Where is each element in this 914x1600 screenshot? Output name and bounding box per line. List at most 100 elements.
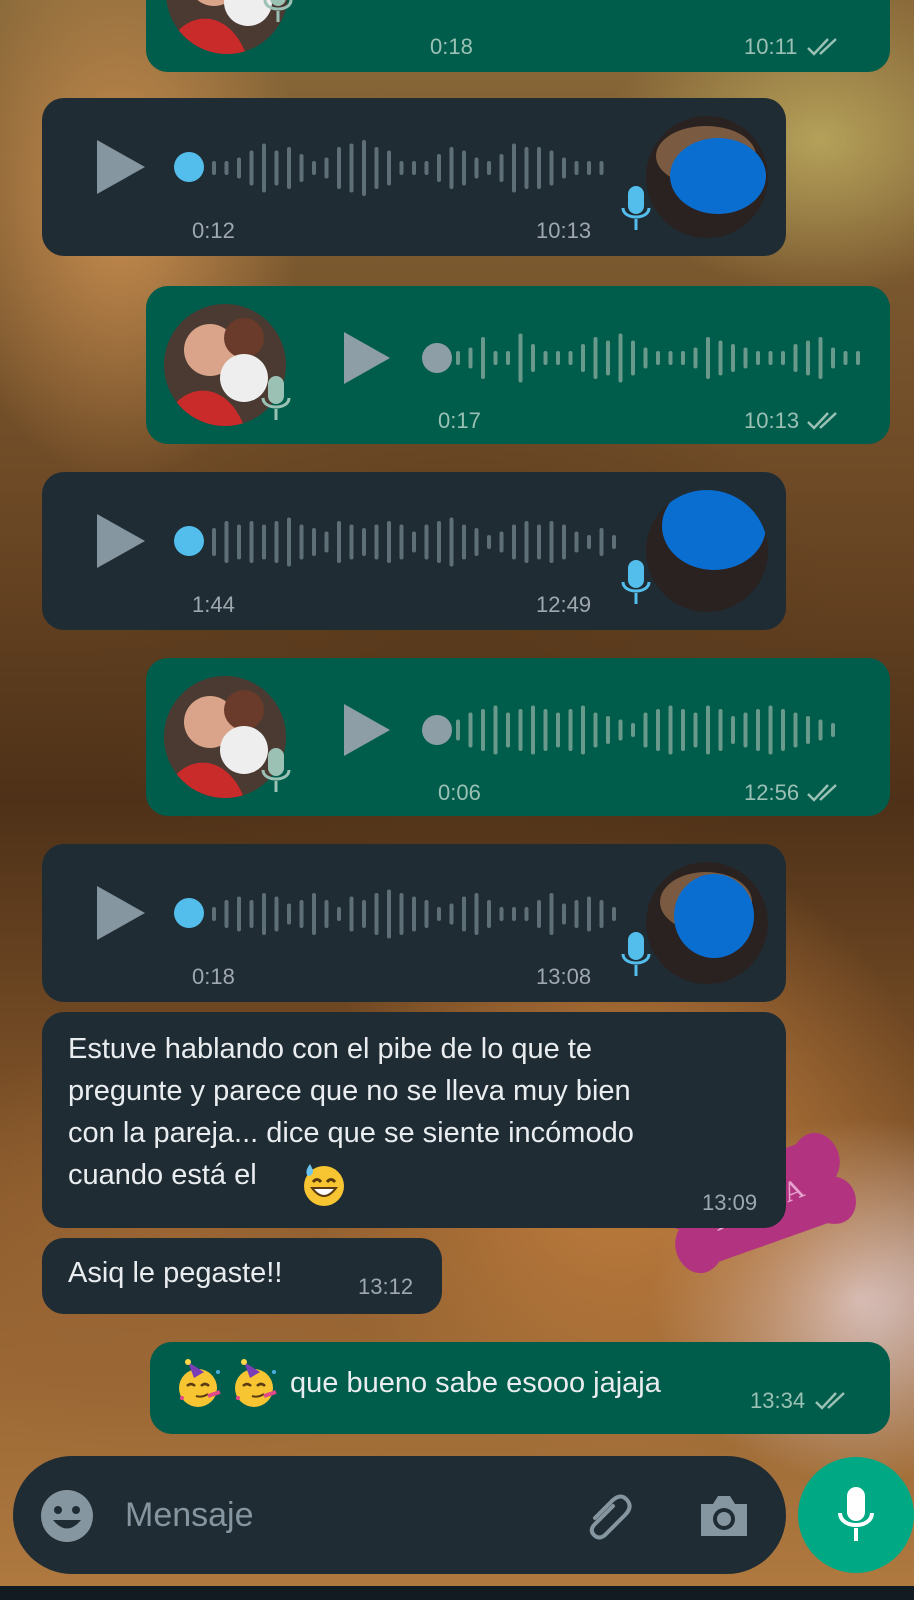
- read-ticks-icon: [815, 1392, 845, 1410]
- waveform-bar: [493, 351, 498, 365]
- camera-icon[interactable]: [697, 1492, 751, 1538]
- waveform-bar: [412, 161, 416, 175]
- read-ticks-icon: [807, 784, 837, 802]
- message-input[interactable]: Mensaje: [125, 1496, 254, 1535]
- waveform-bar: [731, 344, 735, 372]
- waveform-bar: [781, 709, 785, 751]
- mic-icon: [838, 1487, 874, 1541]
- waveform-bar: [299, 154, 304, 182]
- text-message-incoming[interactable]: Estuve hablando con el pibe de lo que te…: [42, 1012, 786, 1228]
- voice-record-button[interactable]: [798, 1457, 914, 1573]
- waveform-bar: [237, 896, 241, 932]
- voice-message-incoming[interactable]: 0:12 10:13: [42, 98, 786, 256]
- waveform-bar: [718, 709, 723, 751]
- waveform-bar: [468, 712, 473, 748]
- voice-message-outgoing[interactable]: 0:17 10:13: [146, 286, 890, 444]
- voice-message-outgoing[interactable]: 0:06 12:56: [146, 658, 890, 816]
- waveform-bar: [556, 712, 560, 748]
- paperclip-icon[interactable]: [581, 1488, 637, 1544]
- waveform: [212, 140, 604, 196]
- text-message-incoming[interactable]: Asiq le pegaste!! 13:12: [42, 1238, 442, 1314]
- play-button[interactable]: [97, 886, 145, 940]
- waveform-bar: [506, 351, 510, 365]
- waveform-bar: [768, 351, 773, 365]
- waveform-bar: [556, 351, 560, 365]
- mic-icon: [621, 932, 651, 976]
- waveform-bar: [806, 716, 810, 744]
- waveform-bar: [587, 535, 591, 549]
- waveform-bar: [562, 903, 566, 925]
- waveform-bar: [693, 347, 698, 369]
- mic-icon: [261, 748, 291, 792]
- play-button[interactable]: [97, 140, 145, 194]
- waveform-bar: [337, 521, 341, 563]
- waveform-bar: [474, 893, 479, 935]
- waveform-bar: [568, 351, 573, 365]
- waveform-bar: [731, 716, 735, 744]
- avatar: [646, 862, 768, 984]
- partying-face-emoji: [179, 1359, 221, 1407]
- waveform-bar: [631, 340, 635, 376]
- system-nav-bar: [0, 1586, 914, 1600]
- waveform-bar: [756, 709, 760, 751]
- voice-message-outgoing[interactable]: 0:18 10:11: [146, 0, 890, 72]
- waveform-bar: [387, 521, 391, 563]
- waveform-bar: [518, 709, 523, 751]
- waveform: [212, 517, 616, 567]
- text-message-outgoing[interactable]: que bueno sabe esooo jajaja 13:34: [150, 1342, 890, 1434]
- waveform-bar: [831, 347, 835, 369]
- waveform-bar: [474, 528, 479, 556]
- message-time: 12:56: [744, 780, 800, 805]
- playback-progress-dot[interactable]: [174, 152, 204, 182]
- waveform-bar: [312, 528, 316, 556]
- waveform-bar: [599, 528, 604, 556]
- waveform-bar: [543, 709, 548, 751]
- playback-progress-dot[interactable]: [422, 715, 452, 745]
- waveform-bar: [499, 531, 504, 553]
- message-text: que bueno sabe esooo jajaja: [290, 1367, 661, 1399]
- emoji-icon[interactable]: [40, 1489, 94, 1543]
- playback-progress-dot[interactable]: [174, 526, 204, 556]
- play-button[interactable]: [344, 332, 390, 384]
- waveform-bar: [612, 907, 616, 921]
- playback-progress-dot[interactable]: [422, 343, 452, 373]
- waveform-bar: [499, 907, 504, 921]
- waveform-bar: [274, 896, 279, 932]
- waveform-bar: [449, 903, 454, 925]
- waveform-bar: [224, 900, 229, 928]
- waveform-bar: [274, 150, 279, 186]
- waveform-bar: [587, 896, 591, 932]
- waveform-bar: [718, 340, 723, 376]
- waveform-bar: [287, 147, 291, 189]
- message-time: 13:09: [702, 1190, 758, 1215]
- waveform-bar: [399, 893, 404, 935]
- voice-message-incoming[interactable]: 1:44 12:49: [42, 472, 786, 630]
- waveform: [212, 889, 616, 939]
- voice-duration: 0:18: [192, 964, 235, 989]
- waveform-bar: [493, 705, 498, 755]
- message-time: 10:13: [744, 408, 800, 433]
- message-time: 10:11: [744, 34, 798, 59]
- waveform-bar: [449, 147, 454, 189]
- waveform-bar: [599, 900, 604, 928]
- waveform-bar: [262, 143, 266, 193]
- waveform-bar: [424, 900, 429, 928]
- waveform-bar: [512, 524, 516, 560]
- waveform-bar: [587, 161, 591, 175]
- play-button[interactable]: [344, 704, 390, 756]
- playback-progress-dot[interactable]: [174, 898, 204, 928]
- waveform-bar: [531, 705, 535, 755]
- waveform-bar: [349, 896, 354, 932]
- waveform-bar: [524, 521, 529, 563]
- waveform-bar: [581, 344, 585, 372]
- waveform-bar: [537, 147, 541, 189]
- voice-message-incoming[interactable]: 0:18 13:08: [42, 844, 786, 1002]
- waveform-bar: [643, 347, 648, 369]
- waveform-bar: [387, 150, 391, 186]
- play-button[interactable]: [97, 514, 145, 568]
- waveform-bar: [362, 140, 366, 196]
- waveform-bar: [593, 337, 598, 379]
- message-input-bar: Mensaje: [13, 1456, 786, 1574]
- waveform-bar: [549, 521, 554, 563]
- waveform-bar: [468, 347, 473, 369]
